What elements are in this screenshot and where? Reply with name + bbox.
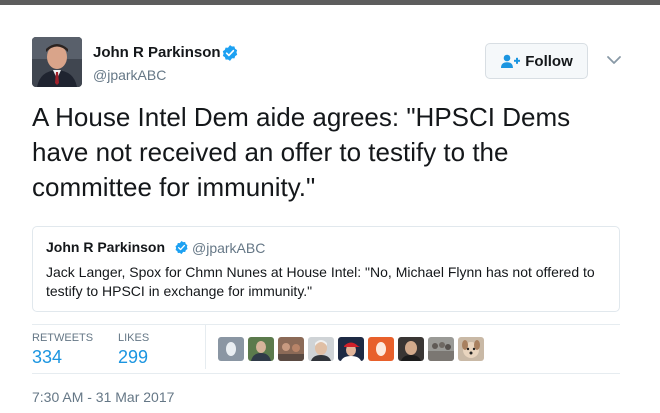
quoted-author-name: John R Parkinson bbox=[46, 239, 166, 255]
author-name[interactable]: John R Parkinson bbox=[93, 44, 221, 61]
likes-label: LIKES bbox=[118, 332, 150, 344]
chevron-down-icon[interactable] bbox=[606, 54, 622, 66]
crowd-photo-avatar-icon[interactable] bbox=[428, 337, 454, 361]
author-handle[interactable]: @jparkABC bbox=[93, 67, 166, 83]
likes-stat[interactable]: LIKES 299 bbox=[118, 332, 149, 368]
orange-egg-avatar-icon[interactable] bbox=[368, 337, 394, 361]
quoted-tweet-text: Jack Langer, Spox for Chmn Nunes at Hous… bbox=[46, 264, 595, 299]
tweet-timestamp[interactable]: 7:30 AM - 31 Mar 2017 bbox=[32, 389, 174, 405]
group-photo-avatar-icon[interactable] bbox=[278, 337, 304, 361]
verified-badge-icon bbox=[175, 240, 188, 255]
retweets-stat[interactable]: RETWEETS 334 bbox=[32, 332, 93, 368]
likes-count: 299 bbox=[118, 347, 149, 367]
follow-label: Follow bbox=[525, 52, 573, 70]
stats-bottom-divider bbox=[32, 373, 620, 374]
tweet-text: A House Intel Dem aide agrees: "HPSCI De… bbox=[32, 102, 571, 202]
default-egg-avatar-icon[interactable] bbox=[218, 337, 244, 361]
window-top-rule bbox=[0, 0, 660, 5]
liker-avatars bbox=[218, 337, 484, 361]
man-dark-avatar-icon[interactable] bbox=[398, 337, 424, 361]
author-avatar[interactable] bbox=[32, 37, 82, 87]
follow-button[interactable]: Follow bbox=[485, 43, 588, 79]
retweets-count: 334 bbox=[32, 347, 63, 367]
red-cap-avatar-icon[interactable] bbox=[338, 337, 364, 361]
quoted-tweet-card[interactable]: John R Parkinson @jparkABC Jack Langer, … bbox=[32, 226, 620, 312]
retweets-label: RETWEETS bbox=[32, 332, 94, 344]
dog-photo-avatar-icon[interactable] bbox=[458, 337, 484, 361]
stats-vertical-divider bbox=[205, 325, 206, 369]
man-grey-hair-avatar-icon[interactable] bbox=[308, 337, 334, 361]
quoted-author-handle: @jparkABC bbox=[192, 240, 266, 256]
person-portrait-icon bbox=[32, 37, 82, 87]
stats-top-divider bbox=[32, 324, 620, 325]
man-photo-avatar-icon[interactable] bbox=[248, 337, 274, 361]
add-user-icon bbox=[501, 54, 521, 68]
verified-badge-icon bbox=[222, 45, 238, 61]
